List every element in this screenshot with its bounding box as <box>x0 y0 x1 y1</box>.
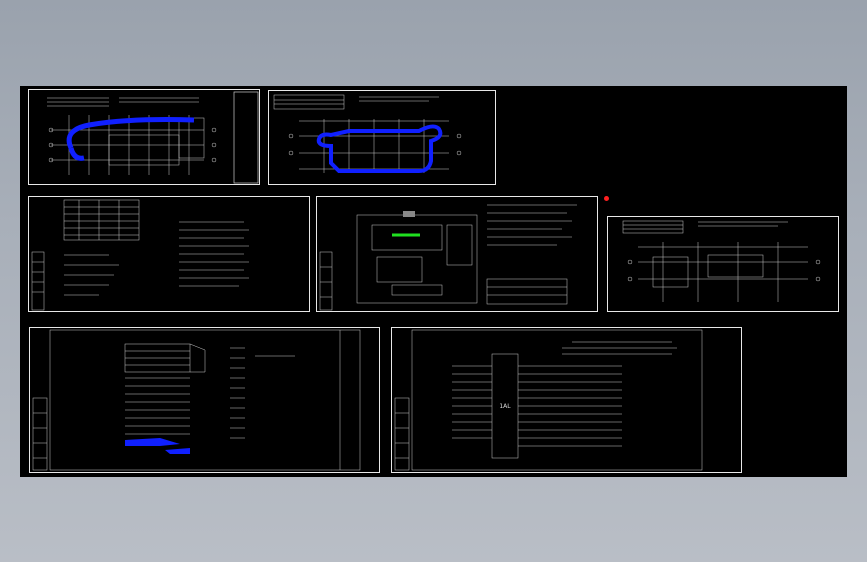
board-label: 1AL <box>499 403 511 410</box>
floor-plan-drawing <box>622 220 821 302</box>
red-marker <box>604 196 609 201</box>
drawing-sheet-3[interactable] <box>28 196 310 312</box>
drawing-sheet-6[interactable] <box>29 327 380 473</box>
drawing-sheet-4[interactable] <box>316 196 598 312</box>
cad-canvas[interactable]: 1AL <box>20 86 847 477</box>
drawing-sheet-5[interactable] <box>607 216 839 312</box>
floor-plan-drawing <box>273 94 462 173</box>
floor-plan-drawing <box>47 91 259 184</box>
site-plan-drawing <box>319 204 577 311</box>
drawing-sheet-1[interactable] <box>28 89 260 185</box>
distribution-board-drawing <box>32 329 361 471</box>
drawing-sheet-2[interactable] <box>268 90 496 185</box>
legend-drawing <box>31 199 249 311</box>
drawing-sheet-7[interactable]: 1AL <box>391 327 742 473</box>
single-line-diagram: 1AL <box>394 329 703 471</box>
